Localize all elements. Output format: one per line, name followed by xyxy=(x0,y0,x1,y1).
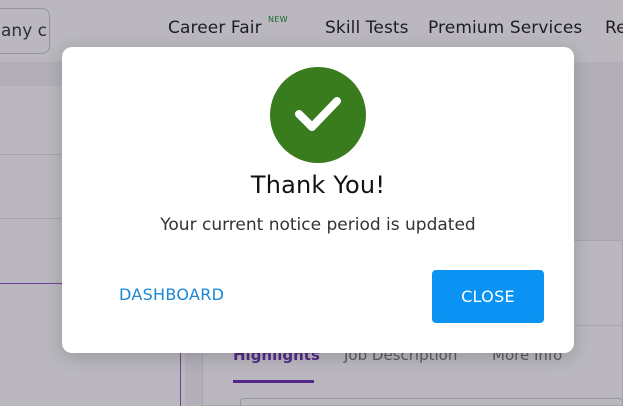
close-button[interactable]: CLOSE xyxy=(432,270,544,323)
checkmark-icon xyxy=(270,67,366,163)
dialog-title: Thank You! xyxy=(250,171,386,199)
success-dialog: Thank You! Your current notice period is… xyxy=(62,47,574,353)
dialog-message: Your current notice period is updated xyxy=(160,215,476,235)
dashboard-button[interactable]: DASHBOARD xyxy=(119,285,224,304)
